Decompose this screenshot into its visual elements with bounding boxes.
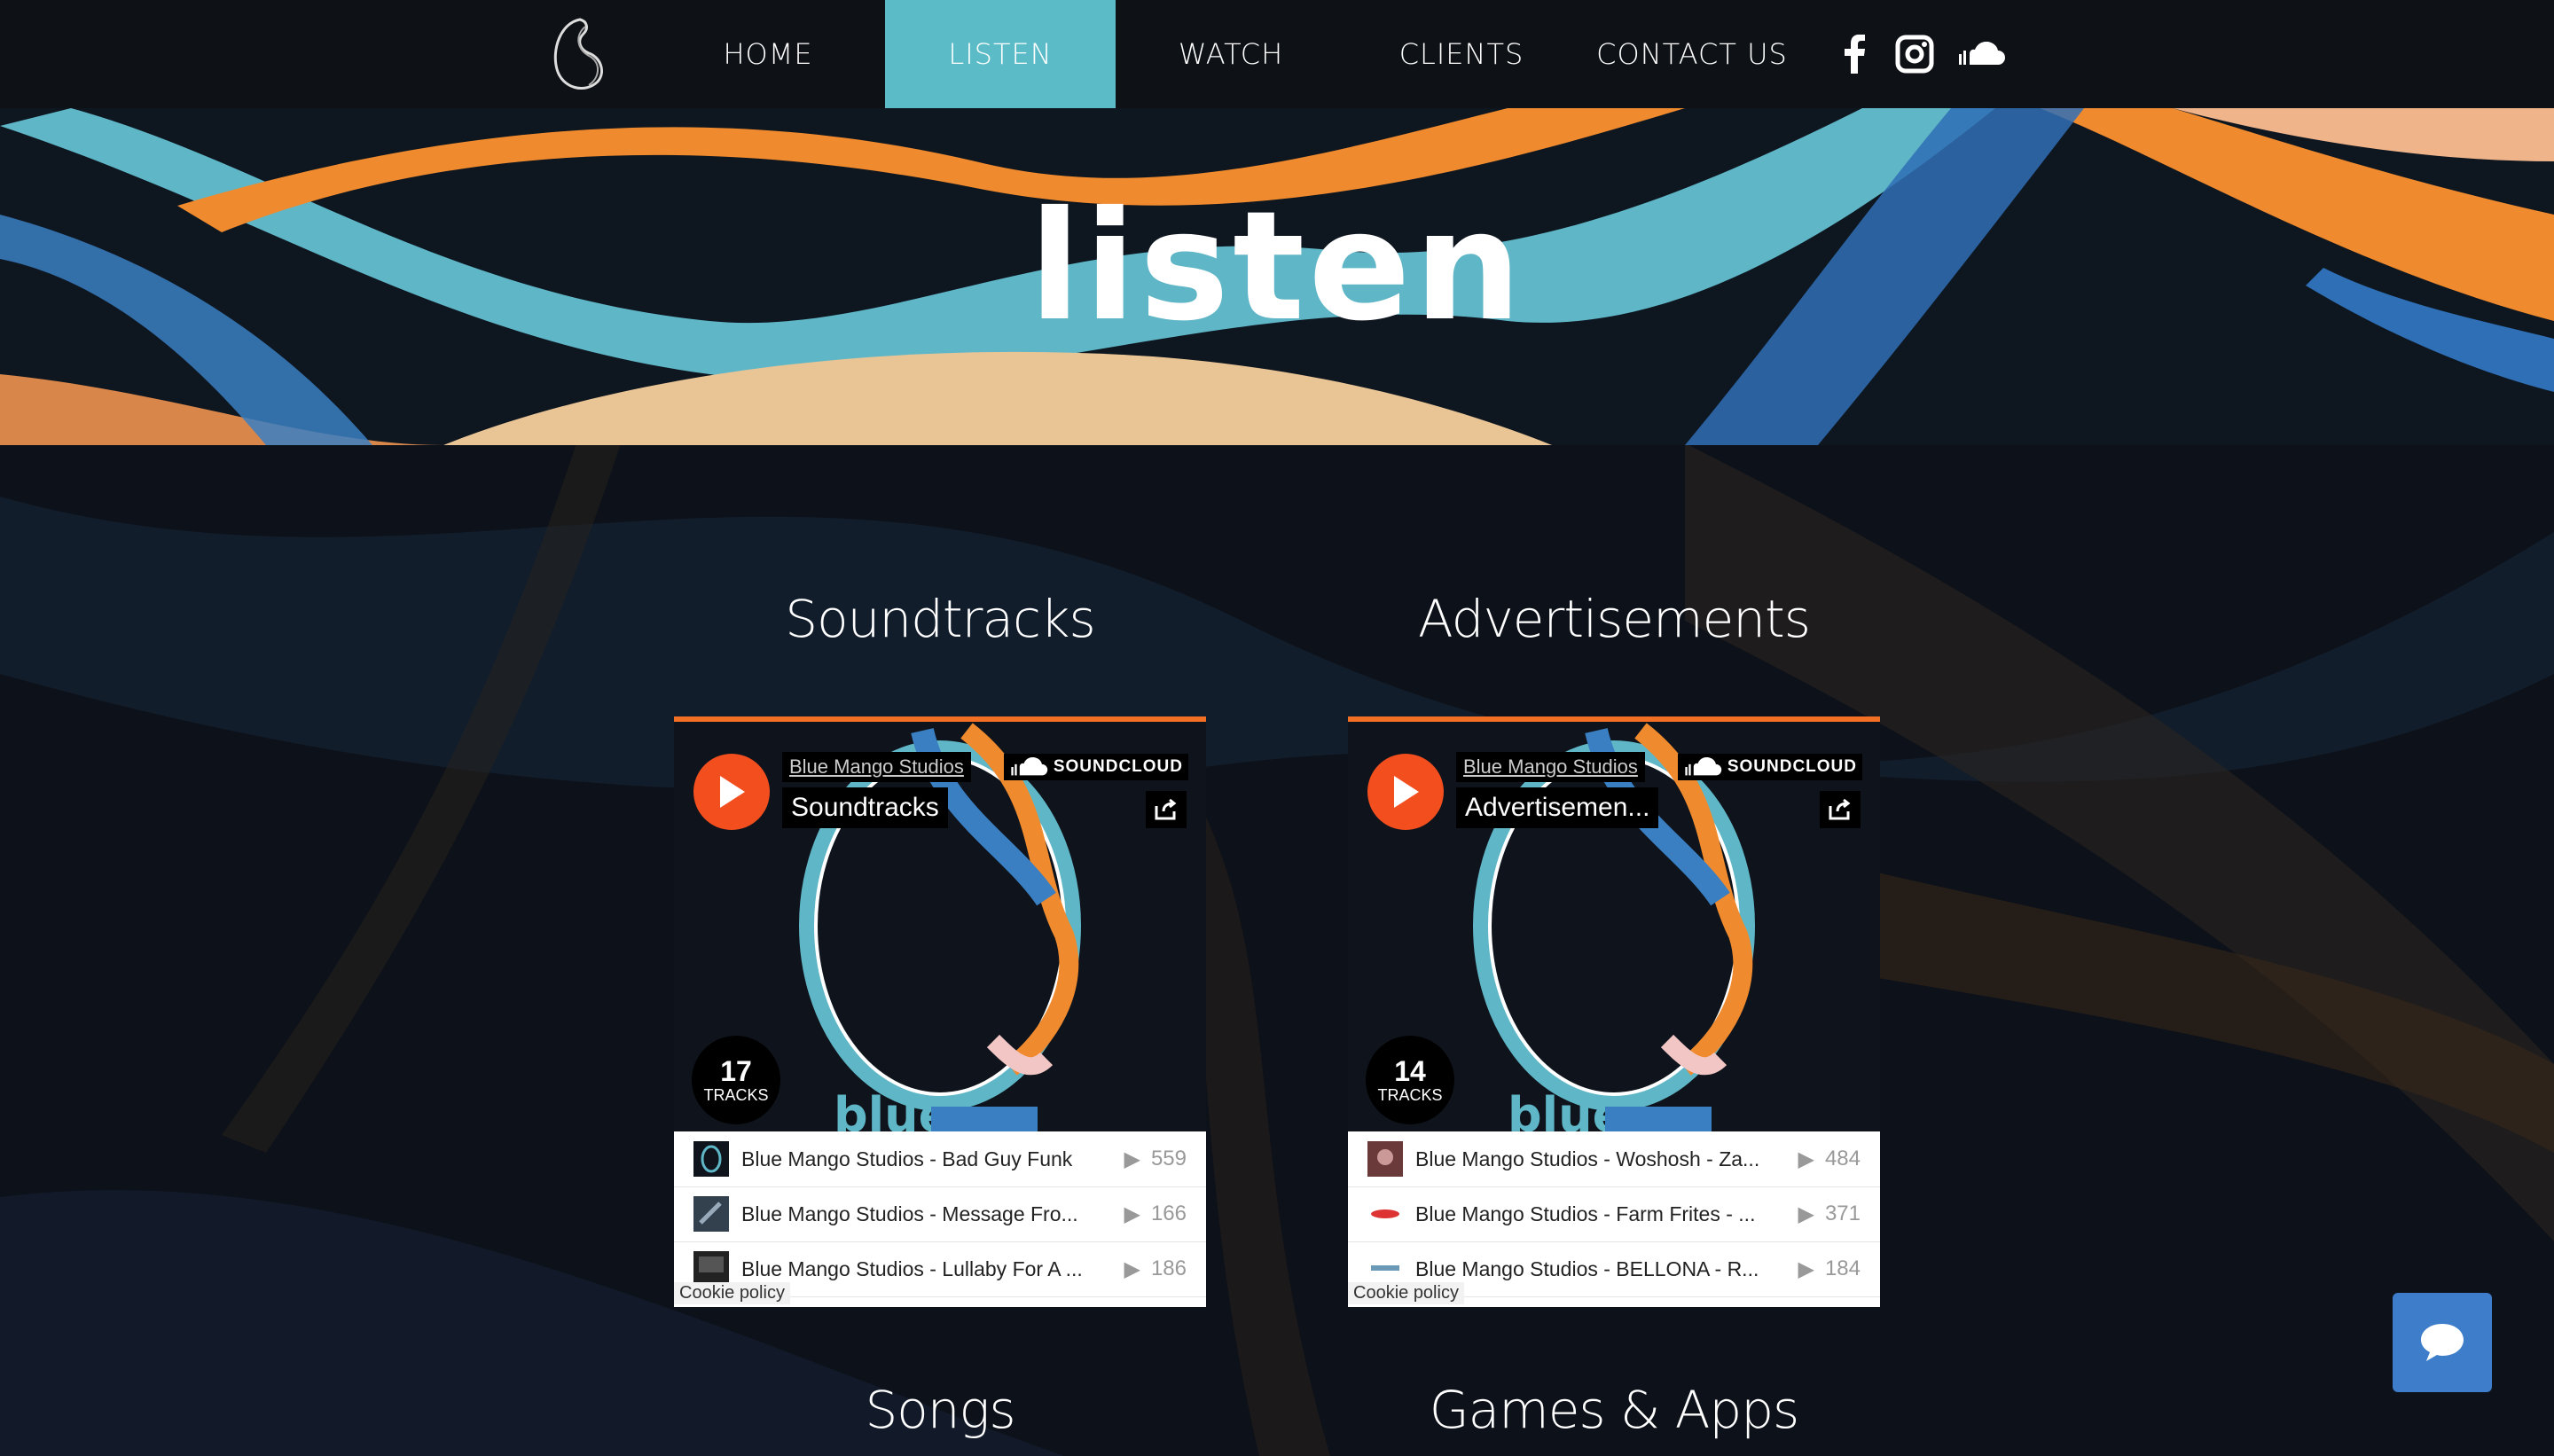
track-thumbnail <box>1367 1196 1403 1232</box>
track-thumbnail <box>693 1251 729 1287</box>
soundcloud-icon[interactable] <box>1956 32 2006 76</box>
play-count-icon: ▶ <box>1798 1147 1814 1171</box>
share-icon[interactable] <box>1146 791 1187 828</box>
share-icon[interactable] <box>1820 791 1861 828</box>
soundcloud-brand[interactable]: SOUNDCLOUD <box>1003 754 1188 780</box>
track-title: Blue Mango Studios - BELLONA - R... <box>1415 1256 1759 1280</box>
soundcloud-widget-advertisements[interactable]: blue Blue Mango Studios Advertisemen... … <box>1348 716 1880 1307</box>
nav-home[interactable]: HOME <box>653 0 883 108</box>
instagram-icon[interactable] <box>1892 32 1937 76</box>
facebook-icon[interactable] <box>1832 32 1876 76</box>
track-title: Blue Mango Studios - Bad Guy Funk <box>741 1147 1073 1170</box>
artist-link[interactable]: Blue Mango Studios <box>782 752 971 782</box>
soundcloud-logo-icon <box>1011 757 1048 776</box>
section-title-songs: Songs <box>865 1380 1015 1440</box>
play-count-icon: ▶ <box>1124 1256 1140 1281</box>
track-row[interactable]: Blue Mango Studios - Message Fro... ▶ 166 <box>674 1186 1206 1242</box>
section-title-games-apps: Games & Apps <box>1429 1380 1800 1440</box>
section-title-soundtracks: Soundtracks <box>785 589 1095 649</box>
track-count: 17 <box>720 1054 752 1087</box>
section-title-advertisements: Advertisements <box>1418 589 1811 649</box>
nav-clients[interactable]: CLIENTS <box>1346 0 1577 108</box>
playlist-title[interactable]: Advertisemen... <box>1456 787 1659 828</box>
nav-contact-us[interactable]: CONTACT US <box>1577 0 1807 108</box>
soundcloud-brand-label: SOUNDCLOUD <box>1727 757 1857 776</box>
track-thumbnail <box>1367 1251 1403 1287</box>
track-thumbnail <box>693 1196 729 1232</box>
soundcloud-brand-label: SOUNDCLOUD <box>1053 757 1183 776</box>
track-thumbnail <box>1367 1141 1403 1177</box>
play-count-icon: ▶ <box>1124 1202 1140 1226</box>
soundcloud-logo-icon <box>1685 757 1722 776</box>
track-thumbnail <box>693 1141 729 1177</box>
track-list: Blue Mango Studios - Bad Guy Funk ▶ 559 B… <box>674 1131 1206 1307</box>
track-row[interactable]: Blue Mango Studios - Woshosh - Za... ▶ 48… <box>1348 1131 1880 1187</box>
track-plays: ▶ 186 <box>1124 1256 1187 1281</box>
track-title: Blue Mango Studios - Lullaby For A ... <box>741 1256 1083 1280</box>
track-plays: ▶ 166 <box>1124 1202 1187 1226</box>
play-count-icon: ▶ <box>1124 1147 1140 1171</box>
soundcloud-widget-soundtracks[interactable]: blue Blue Mango Studios Soundtracks SOUN… <box>674 716 1206 1307</box>
track-list: Blue Mango Studios - Woshosh - Za... ▶ 48… <box>1348 1131 1880 1307</box>
track-count-badge: 17 TRACKS <box>692 1036 780 1124</box>
chat-bubble-icon <box>2421 1324 2464 1361</box>
track-count-label: TRACKS <box>703 1085 769 1104</box>
track-count: 14 <box>1394 1054 1426 1087</box>
artist-link[interactable]: Blue Mango Studios <box>1456 752 1645 782</box>
track-count-badge: 14 TRACKS <box>1366 1036 1454 1124</box>
chat-button[interactable] <box>2393 1293 2492 1392</box>
track-plays: ▶ 371 <box>1798 1202 1861 1226</box>
track-plays: ▶ 484 <box>1798 1147 1861 1171</box>
track-title: Blue Mango Studios - Woshosh - Za... <box>1415 1147 1760 1170</box>
track-row[interactable]: Blue Mango Studios - Bad Guy Funk ▶ 559 <box>674 1131 1206 1187</box>
track-title: Blue Mango Studios - Message Fro... <box>741 1202 1078 1225</box>
cookie-policy-link[interactable]: Cookie policy <box>674 1282 790 1304</box>
track-count-label: TRACKS <box>1377 1085 1443 1104</box>
nav-listen[interactable]: LISTEN <box>885 0 1116 108</box>
nav-watch[interactable]: WATCH <box>1116 0 1346 108</box>
playlist-title[interactable]: Soundtracks <box>782 787 948 828</box>
track-plays: ▶ 184 <box>1798 1256 1861 1281</box>
top-navigation: HOME LISTEN WATCH CLIENTS CONTACT US <box>0 0 2554 108</box>
play-button[interactable] <box>1367 754 1444 830</box>
soundcloud-brand[interactable]: SOUNDCLOUD <box>1677 754 1862 780</box>
play-count-icon: ▶ <box>1798 1256 1814 1281</box>
track-plays: ▶ 559 <box>1124 1147 1187 1171</box>
play-count-icon: ▶ <box>1798 1202 1814 1226</box>
page-title: listen <box>1029 179 1525 355</box>
cookie-policy-link[interactable]: Cookie policy <box>1348 1282 1464 1304</box>
play-button[interactable] <box>693 754 770 830</box>
site-logo[interactable] <box>544 14 614 96</box>
track-title: Blue Mango Studios - Farm Frites - ... <box>1415 1202 1756 1225</box>
hero-banner: listen <box>0 108 2554 445</box>
track-row[interactable]: Blue Mango Studios - Farm Frites - ... ▶… <box>1348 1186 1880 1242</box>
